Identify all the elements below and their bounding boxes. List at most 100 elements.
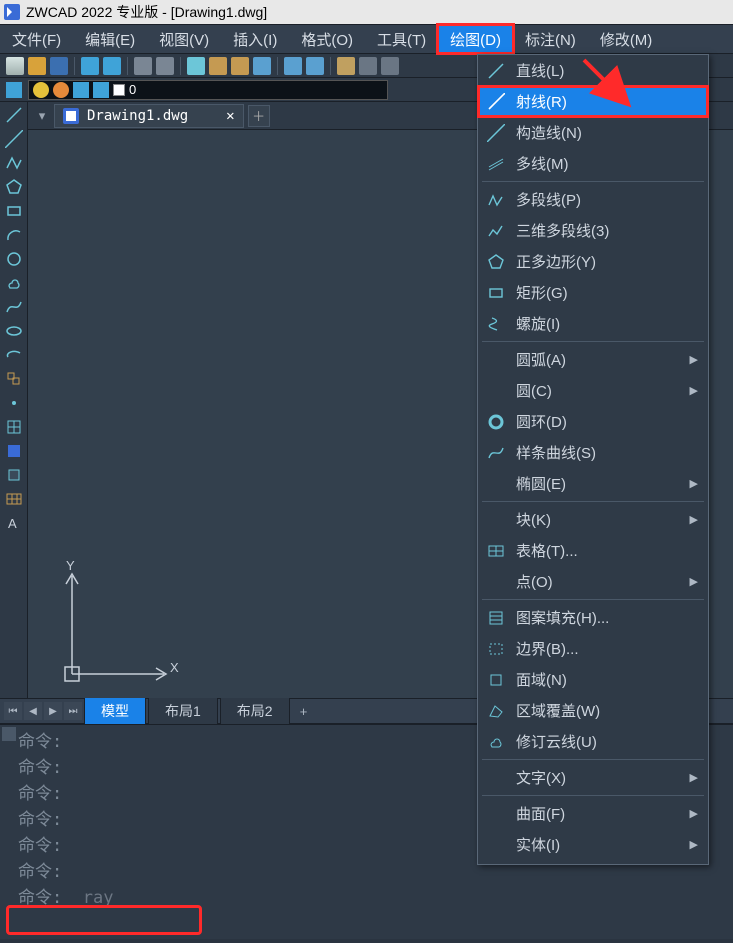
window-title: ZWCAD 2022 专业版 - [Drawing1.dwg] (26, 2, 267, 22)
tab-model[interactable]: 模型 (84, 697, 146, 725)
submenu-arrow-icon: ▶ (690, 353, 698, 366)
pline-icon[interactable] (5, 154, 23, 172)
gradient-icon[interactable] (5, 442, 23, 460)
panel-grip-icon[interactable] (2, 727, 16, 741)
tab-prev-icon[interactable]: ◀ (24, 702, 42, 720)
layer-manager-icon[interactable] (6, 82, 22, 98)
zoomext-icon[interactable] (381, 57, 399, 75)
print-icon[interactable] (134, 57, 152, 75)
menu-modify[interactable]: 修改(M) (588, 25, 665, 53)
menu-edit[interactable]: 编辑(E) (73, 25, 147, 53)
command-input-line[interactable]: 命令: _ray (6, 885, 727, 911)
bulb-icon (33, 82, 49, 98)
tabs-prev-icon[interactable]: ▾ (34, 108, 50, 124)
menu-table[interactable]: 表格(T)... (478, 535, 708, 566)
menu-view[interactable]: 视图(V) (147, 25, 221, 53)
tab-last-icon[interactable]: ⏭ (64, 702, 82, 720)
tab-first-icon[interactable]: ⏮ (4, 702, 22, 720)
open-icon[interactable] (28, 57, 46, 75)
pan-icon[interactable] (337, 57, 355, 75)
redo-icon[interactable] (103, 57, 121, 75)
title-bar: ZWCAD 2022 专业版 - [Drawing1.dwg] (0, 0, 733, 24)
tab-layout1[interactable]: 布局1 (148, 697, 218, 725)
menu-hatch[interactable]: 图案填充(H)... (478, 602, 708, 633)
tab-next-icon[interactable]: ▶ (44, 702, 62, 720)
menu-xline[interactable]: 构造线(N) (478, 117, 708, 148)
menu-item-label: 圆环(D) (516, 411, 698, 432)
menu-donut[interactable]: 圆环(D) (478, 406, 708, 437)
select-icon[interactable] (284, 57, 302, 75)
menu-format[interactable]: 格式(O) (289, 25, 365, 53)
menu-region[interactable]: 面域(N) (478, 664, 708, 695)
preview-icon[interactable] (156, 57, 174, 75)
save-icon[interactable] (50, 57, 68, 75)
tab-add-button[interactable]: + (292, 704, 316, 719)
close-tab-icon[interactable]: ✕ (226, 108, 234, 124)
menu-file[interactable]: 文件(F) (0, 25, 73, 53)
line-icon[interactable] (5, 106, 23, 124)
menu-wipeout[interactable]: 区域覆盖(W) (478, 695, 708, 726)
menu-mline[interactable]: 多线(M) (478, 148, 708, 179)
hatch-icon[interactable] (5, 418, 23, 436)
menu-ray[interactable]: 射线(R) (478, 86, 708, 117)
text-icon[interactable]: A (5, 514, 23, 532)
menu-ellipse[interactable]: 椭圆(E) ▶ (478, 468, 708, 499)
menu-point[interactable]: 点(O) ▶ (478, 566, 708, 597)
undo-icon[interactable] (81, 57, 99, 75)
zoom-icon[interactable] (306, 57, 324, 75)
paste-icon[interactable] (231, 57, 249, 75)
circle-icon[interactable] (5, 250, 23, 268)
new-icon[interactable] (6, 57, 24, 75)
pline3d-icon (486, 222, 506, 240)
table-icon[interactable] (5, 490, 23, 508)
region-icon[interactable] (5, 466, 23, 484)
new-tab-button[interactable]: ＋ (248, 105, 270, 127)
rect-icon[interactable] (5, 202, 23, 220)
separator (127, 57, 128, 75)
menu-boundary[interactable]: 边界(B)... (478, 633, 708, 664)
layer-dropdown[interactable]: 0 (28, 80, 388, 100)
separator (330, 57, 331, 75)
menu-insert[interactable]: 插入(I) (221, 25, 289, 53)
menu-block[interactable]: 块(K) ▶ (478, 504, 708, 535)
menu-line[interactable]: 直线(L) (478, 55, 708, 86)
menu-item-label: 构造线(N) (516, 122, 698, 143)
menu-text[interactable]: 文字(X) ▶ (478, 762, 708, 793)
polygon-icon[interactable] (5, 178, 23, 196)
menu-revcloud[interactable]: 修订云线(U) (478, 726, 708, 757)
menu-draw[interactable]: 绘图(D) (438, 25, 513, 53)
menu-spline[interactable]: 样条曲线(S) (478, 437, 708, 468)
menu-arc[interactable]: 圆弧(A) ▶ (478, 344, 708, 375)
ellipsearc-icon[interactable] (5, 346, 23, 364)
menu-pline3d[interactable]: 三维多段线(3) (478, 215, 708, 246)
menu-item-label: 矩形(G) (516, 282, 698, 303)
menu-helix[interactable]: 螺旋(I) (478, 308, 708, 339)
menu-pline[interactable]: 多段线(P) (478, 184, 708, 215)
menu-solid[interactable]: 实体(I) ▶ (478, 829, 708, 860)
document-tab[interactable]: Drawing1.dwg ✕ (54, 104, 244, 128)
arc-icon[interactable] (5, 226, 23, 244)
menu-circle[interactable]: 圆(C) ▶ (478, 375, 708, 406)
menu-item-label: 多线(M) (516, 153, 698, 174)
menu-tools[interactable]: 工具(T) (365, 25, 438, 53)
menu-item-label: 曲面(F) (516, 803, 680, 824)
ellipse-icon[interactable] (5, 322, 23, 340)
tab-layout2[interactable]: 布局2 (220, 697, 290, 725)
match-icon[interactable] (253, 57, 271, 75)
copy-icon[interactable] (209, 57, 227, 75)
block-icon[interactable] (5, 370, 23, 388)
menu-surface[interactable]: 曲面(F) ▶ (478, 798, 708, 829)
revcloud-icon[interactable] (5, 274, 23, 292)
menu-dim[interactable]: 标注(N) (513, 25, 588, 53)
menu-item-label: 射线(R) (516, 91, 698, 112)
revcloud-icon (486, 733, 506, 751)
zoomwin-icon[interactable] (359, 57, 377, 75)
point-icon[interactable] (5, 394, 23, 412)
xline-icon[interactable] (5, 130, 23, 148)
menu-rect[interactable]: 矩形(G) (478, 277, 708, 308)
menu-polygon[interactable]: 正多边形(Y) (478, 246, 708, 277)
cut-icon[interactable] (187, 57, 205, 75)
pline-icon (486, 191, 506, 209)
menu-item-label: 点(O) (516, 571, 680, 592)
spline-icon[interactable] (5, 298, 23, 316)
